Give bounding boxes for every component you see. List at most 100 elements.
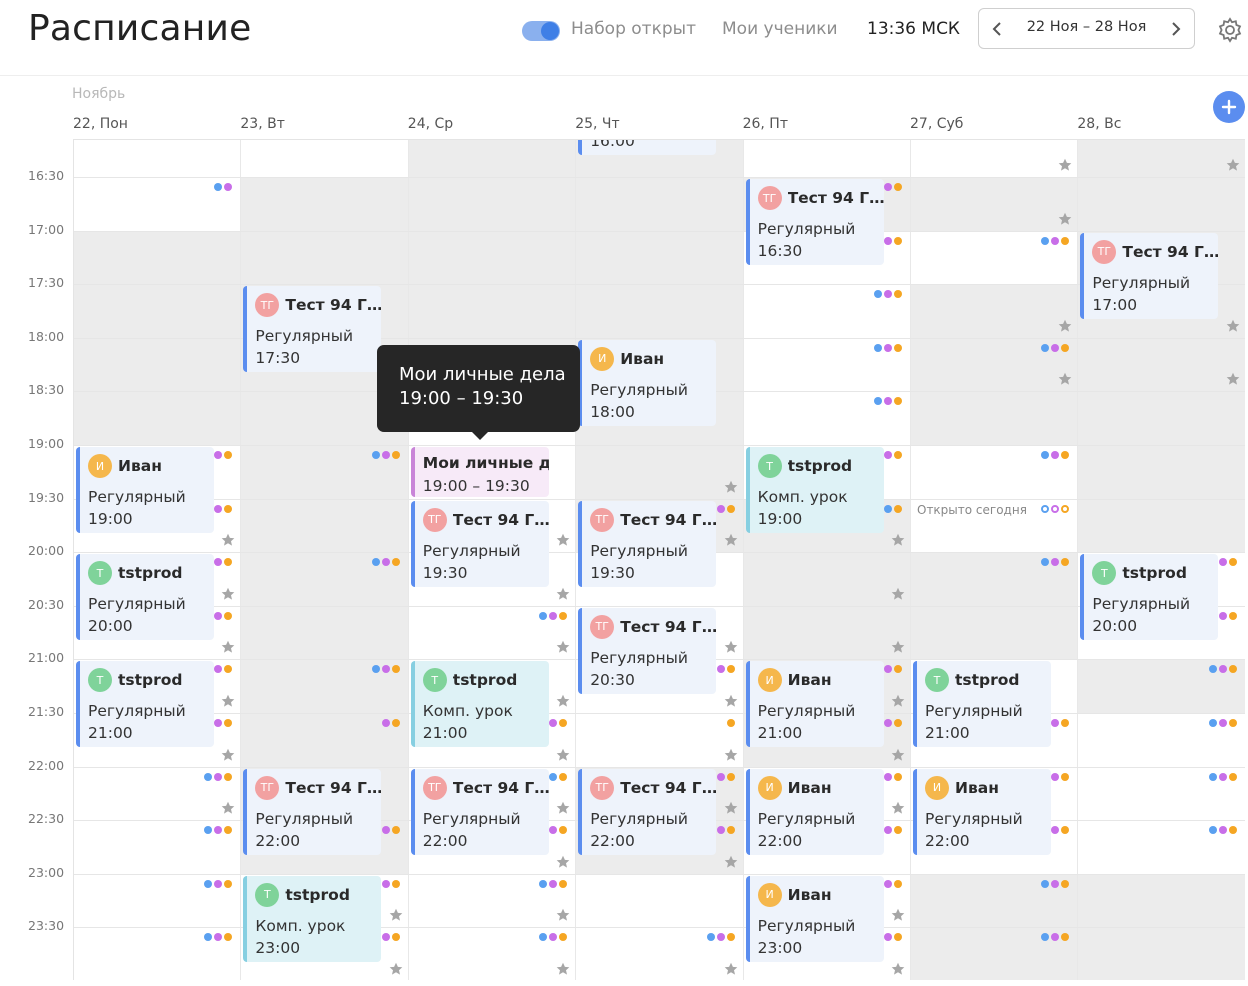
star-icon[interactable] xyxy=(1226,319,1240,333)
slot-status-dots[interactable] xyxy=(726,719,735,727)
slot-status-dots[interactable] xyxy=(1041,933,1070,942)
slot-status-dots[interactable] xyxy=(1041,236,1070,245)
star-icon[interactable] xyxy=(724,801,738,815)
lesson-card[interactable]: ТГ Тест 94 Гу... Регулярный 17:00 xyxy=(1080,232,1219,319)
lesson-card[interactable]: И Иван Регулярный 23:00 xyxy=(745,875,884,962)
star-icon[interactable] xyxy=(1058,158,1072,172)
star-icon[interactable] xyxy=(891,962,905,976)
lesson-card[interactable]: ТГ Тест 94 Гу... Регулярный 22:00 xyxy=(578,768,717,855)
star-icon[interactable] xyxy=(1058,319,1072,333)
slot-status-dots[interactable] xyxy=(716,504,735,513)
slot-status-dots[interactable] xyxy=(381,826,400,835)
lesson-card[interactable]: ТГ Тест 94 Гу... Регулярный 17:30 xyxy=(243,286,382,373)
slot-status-dots[interactable] xyxy=(884,665,902,674)
star-icon[interactable] xyxy=(891,533,905,547)
lesson-card[interactable]: ТГ Тест 94 Гу... Регулярный 19:30 xyxy=(410,500,549,587)
slot-status-dots[interactable] xyxy=(1051,826,1070,835)
star-icon[interactable] xyxy=(556,694,570,708)
slot-status-dots[interactable] xyxy=(539,933,568,942)
star-icon[interactable] xyxy=(556,533,570,547)
slot-status-dots[interactable] xyxy=(874,343,902,352)
slot-status-dots[interactable] xyxy=(884,879,902,888)
star-icon[interactable] xyxy=(556,801,570,815)
star-icon[interactable] xyxy=(891,587,905,601)
lesson-card[interactable]: ТГ Тест 94 Гу... Регулярный 22:00 xyxy=(243,768,382,855)
slot-status-dots[interactable] xyxy=(539,879,568,888)
recruitment-toggle[interactable] xyxy=(522,21,560,41)
slot-status-dots[interactable] xyxy=(1051,772,1070,781)
slot-status-dots[interactable] xyxy=(1051,719,1070,727)
lesson-card[interactable]: ТГТест 94 Гу...Регулярный16:00 xyxy=(578,140,717,156)
star-icon[interactable] xyxy=(221,694,235,708)
slot-status-dots[interactable] xyxy=(1208,665,1237,674)
lesson-card[interactable]: Тtstprod Регулярный 21:00 xyxy=(76,661,214,748)
slot-status-dots[interactable] xyxy=(371,558,400,567)
slot-status-dots[interactable] xyxy=(371,451,400,459)
star-icon[interactable] xyxy=(724,962,738,976)
slot-status-dots[interactable] xyxy=(214,611,233,620)
lesson-card[interactable]: И Иван Регулярный 18:00 xyxy=(578,339,717,426)
lesson-card[interactable]: И Иван Регулярный 21:00 xyxy=(745,661,884,748)
star-icon[interactable] xyxy=(1058,372,1072,386)
star-icon[interactable] xyxy=(891,748,905,762)
star-icon[interactable] xyxy=(724,480,738,494)
lesson-card[interactable]: Тtstprod Регулярный 20:00 xyxy=(1080,554,1219,641)
star-icon[interactable] xyxy=(556,855,570,869)
slot-status-dots[interactable] xyxy=(884,933,902,942)
lesson-card[interactable]: Тtstprod Комп. урок 21:00 xyxy=(410,661,549,748)
star-icon[interactable] xyxy=(556,908,570,922)
slot-status-dots[interactable] xyxy=(381,879,400,888)
slot-status-dots[interactable] xyxy=(706,933,735,942)
slot-status-dots[interactable] xyxy=(1041,879,1070,888)
slot-status-dots[interactable] xyxy=(716,772,735,781)
star-icon[interactable] xyxy=(891,640,905,654)
star-icon[interactable] xyxy=(724,533,738,547)
slot-status-dots[interactable] xyxy=(214,451,233,459)
star-icon[interactable] xyxy=(221,748,235,762)
star-icon[interactable] xyxy=(724,855,738,869)
slot-status-dots[interactable] xyxy=(549,772,568,781)
slot-status-dots[interactable] xyxy=(381,933,400,942)
lesson-card[interactable]: Тtstprod Регулярный 21:00 xyxy=(913,661,1051,748)
star-icon[interactable] xyxy=(891,801,905,815)
slot-status-dots[interactable] xyxy=(204,826,233,835)
slot-status-dots[interactable] xyxy=(874,397,902,406)
lesson-card[interactable]: ТГ Тест 94 Гу... Регулярный 16:30 xyxy=(745,179,884,265)
slot-status-dots[interactable] xyxy=(371,665,400,674)
slot-status-dots[interactable] xyxy=(539,611,568,620)
slot-status-dots[interactable] xyxy=(716,826,735,835)
slot-status-dots[interactable] xyxy=(549,719,568,727)
slot-status-dots[interactable] xyxy=(874,290,902,299)
open-today-rings[interactable] xyxy=(1041,504,1070,513)
personal-event-card[interactable]: Мои личные де 19:00 – 19:30 xyxy=(410,447,549,497)
slot-status-dots[interactable] xyxy=(884,236,902,245)
lesson-card[interactable]: Тtstprod Регулярный 20:00 xyxy=(76,554,214,641)
lesson-card[interactable]: Тtstprod Комп. урок 23:00 xyxy=(243,875,382,962)
slot-status-dots[interactable] xyxy=(884,772,902,781)
slot-status-dots[interactable] xyxy=(884,504,902,513)
star-icon[interactable] xyxy=(221,640,235,654)
lesson-card[interactable]: Тtstprod Комп. урок 19:00 xyxy=(745,447,884,533)
star-icon[interactable] xyxy=(556,640,570,654)
settings-button[interactable] xyxy=(1216,16,1244,44)
star-icon[interactable] xyxy=(724,748,738,762)
lesson-card[interactable]: ТГ Тест 94 Гу... Регулярный 20:30 xyxy=(578,607,717,694)
slot-status-dots[interactable] xyxy=(1041,343,1070,352)
lesson-card[interactable]: ТГ Тест 94 Гу... Регулярный 19:30 xyxy=(578,500,717,587)
star-icon[interactable] xyxy=(221,533,235,547)
slot-status-dots[interactable] xyxy=(214,665,233,674)
slot-status-dots[interactable] xyxy=(214,183,233,191)
star-icon[interactable] xyxy=(1058,212,1072,226)
star-icon[interactable] xyxy=(389,962,403,976)
slot-status-dots[interactable] xyxy=(884,183,902,191)
slot-status-dots[interactable] xyxy=(214,719,233,727)
slot-status-dots[interactable] xyxy=(214,558,233,567)
star-icon[interactable] xyxy=(556,962,570,976)
my-students-link[interactable]: Мои ученики xyxy=(722,19,838,39)
slot-status-dots[interactable] xyxy=(549,826,568,835)
star-icon[interactable] xyxy=(891,694,905,708)
lesson-card[interactable]: И Иван Регулярный 22:00 xyxy=(745,768,884,855)
star-icon[interactable] xyxy=(221,587,235,601)
slot-status-dots[interactable] xyxy=(381,719,400,727)
slot-status-dots[interactable] xyxy=(716,665,735,674)
